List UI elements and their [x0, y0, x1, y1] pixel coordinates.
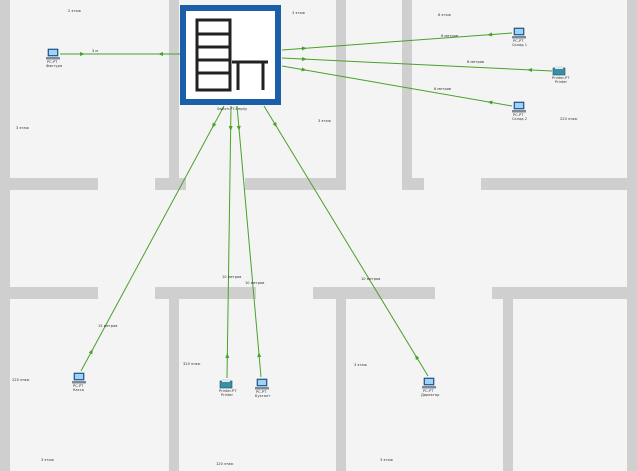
computer-icon [72, 372, 86, 384]
link-label: 10 метров [361, 277, 380, 281]
link-arrow [301, 56, 307, 61]
device-name-label: Printer [221, 393, 233, 397]
link-printer-bm[interactable] [226, 105, 232, 379]
pc-node-top-right-1[interactable]: PC-PT Склад 1 [512, 27, 527, 47]
wall [313, 287, 435, 299]
device-name-label: Склад 2 [512, 117, 527, 121]
wall [169, 0, 179, 190]
wall [492, 287, 637, 299]
wall [402, 178, 424, 190]
room-label: 3 этаж [16, 126, 30, 130]
pc-node-bottom-left[interactable]: PC-PT Касса [72, 372, 86, 392]
link-label: 15 метров [98, 324, 117, 328]
printer-node-top-right[interactable]: Printer-PT Printer [552, 66, 570, 84]
link-arrow [301, 67, 307, 72]
link-arrow [158, 52, 163, 56]
pc-node-bottom-middle[interactable]: PC-PT Бухгалт [255, 378, 270, 398]
links-layer [60, 32, 553, 379]
computer-icon [422, 377, 436, 389]
link-arrow [228, 125, 233, 131]
room-label: 320 этаж [183, 362, 201, 366]
switch-node[interactable]: Switch-PT-Empty [180, 5, 281, 111]
pc-node-bottom-right[interactable]: PC-PT Директор [421, 377, 440, 397]
room-label: 220 этаж [560, 117, 578, 121]
link-printer-tr[interactable] [281, 57, 553, 72]
network-floor-plan: 2 этаж 3 этаж 6 этаж 3 этаж 3 этаж 220 э… [0, 0, 637, 471]
printer-node-bottom-middle[interactable]: Printer-PT Printer [219, 379, 237, 397]
pc-node-left[interactable]: PC-PT Фактура [46, 48, 62, 68]
room-labels: 2 этаж 3 этаж 6 этаж 3 этаж 3 этаж 220 э… [12, 9, 578, 466]
room-label: 6 этаж [438, 13, 452, 17]
link-label: 3 м [92, 49, 98, 53]
printer-icon [552, 66, 566, 76]
computer-icon [512, 27, 526, 39]
link-label: 10 метров [245, 281, 264, 285]
wall [481, 178, 637, 190]
computer-icon [255, 378, 269, 390]
link-label: 6 метров [434, 87, 451, 91]
computer-icon [46, 48, 60, 60]
room-label: 3 этаж [41, 458, 55, 462]
link-pc-bl[interactable] [80, 105, 225, 372]
switch-label: Switch-PT-Empty [217, 107, 248, 111]
computer-icon [512, 101, 526, 113]
pc-node-top-right-2[interactable]: PC-PT Склад 2 [512, 101, 527, 121]
device-name-label: Склад 1 [512, 43, 527, 47]
room-label: 120 этаж [216, 462, 234, 466]
link-arrow [527, 68, 533, 73]
room-label: 3 этаж [354, 363, 368, 367]
wall [0, 287, 98, 299]
device-name-label: Фактура [46, 64, 62, 68]
wall [0, 0, 10, 471]
room-label: 220 этаж [12, 378, 30, 382]
link-arrow [487, 32, 493, 37]
device-name-label: Директор [421, 393, 440, 397]
link-arrow [88, 348, 93, 355]
link-arrow [225, 353, 230, 359]
link-pc-tr2[interactable] [281, 65, 513, 107]
link-label: 10 метров [222, 275, 241, 279]
link-arrow [301, 46, 307, 51]
printer-icon [219, 379, 233, 389]
wall [336, 287, 346, 471]
link-pc-bm[interactable] [236, 105, 262, 378]
link-arrow [415, 354, 420, 360]
room-label: 3 этаж [318, 119, 332, 123]
link-arrow [487, 100, 493, 105]
wall [503, 287, 513, 471]
device-name-label: Касса [73, 388, 84, 392]
link-arrow [212, 122, 217, 129]
wall [0, 178, 98, 190]
link-arrow [272, 122, 277, 128]
devices-layer: PC-PT Фактура PC-PT Склад 1 Printer-PT P… [46, 27, 570, 398]
wall [336, 0, 346, 190]
room-label: 3 этаж [380, 458, 394, 462]
wall [627, 0, 637, 471]
device-name-label: Printer [555, 80, 567, 84]
wall [169, 287, 179, 471]
link-arrow [80, 52, 85, 56]
link-label: 8 метров [467, 60, 484, 64]
device-name-label: Бухгалт [255, 394, 270, 398]
room-label: 3 этаж [292, 11, 306, 15]
wall [402, 0, 412, 190]
link-label: 6 метров [441, 34, 458, 38]
link-pc-tr1[interactable] [281, 32, 513, 51]
wall [245, 178, 346, 190]
room-label: 2 этаж [68, 9, 82, 13]
